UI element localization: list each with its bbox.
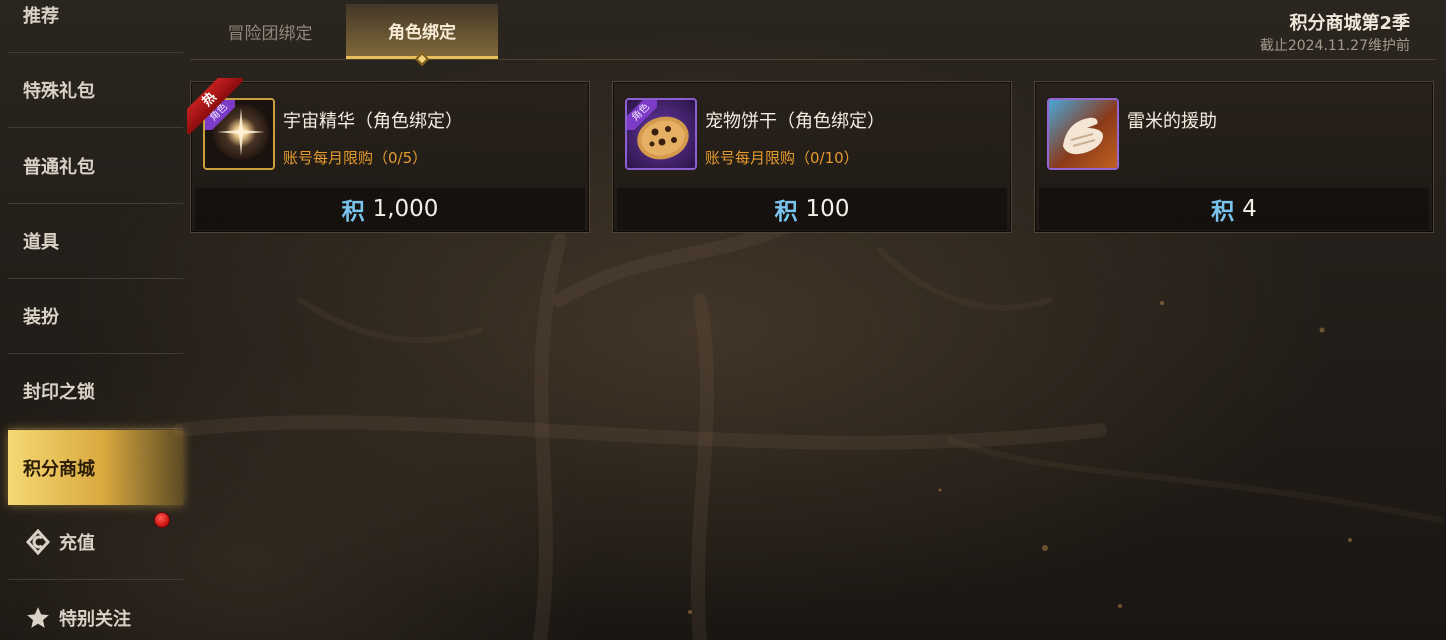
category-sidebar: 推荐 特殊礼包 普通礼包 道具 装扮 封印之锁 积分商城 充值 特别关注 <box>8 0 183 640</box>
price-button[interactable]: 积 1,000 <box>195 188 585 230</box>
active-tab-indicator <box>414 51 430 67</box>
card-divider <box>1039 186 1429 187</box>
points-symbol: 积 <box>1211 199 1235 225</box>
sidebar-item-label: 道具 <box>23 232 59 253</box>
tab-adventure-bound[interactable]: 冒险团绑定 <box>210 4 330 59</box>
sidebar-item-avatar[interactable]: 装扮 <box>8 279 183 354</box>
season-deadline: 截止2024.11.27维护前 <box>1259 38 1410 54</box>
hot-badge: 热 <box>187 78 243 134</box>
role-tag: 角色 <box>627 100 657 130</box>
price-button[interactable]: 积 4 <box>1039 188 1429 230</box>
tab-label: 角色绑定 <box>388 22 456 43</box>
sidebar-item-items[interactable]: 道具 <box>8 204 183 279</box>
product-card[interactable]: 雷米的援助 积 4 <box>1034 81 1434 233</box>
star-icon <box>25 605 51 631</box>
purchase-limit: 账号每月限购（0/5） <box>283 149 428 167</box>
sidebar-item-normal-package[interactable]: 普通礼包 <box>8 129 183 204</box>
sidebar-item-special-package[interactable]: 特殊礼包 <box>8 53 183 128</box>
tab-label: 冒险团绑定 <box>227 24 313 44</box>
remy-support-icon <box>1047 98 1119 170</box>
pet-cookie-icon: 角色 <box>625 98 697 170</box>
sidebar-item-label: 充值 <box>59 533 95 554</box>
price-value: 1,000 <box>372 196 439 222</box>
sidebar-item-seal-lock[interactable]: 封印之锁 <box>8 354 183 429</box>
sidebar-item-label: 积分商城 <box>23 458 95 480</box>
points-symbol: 积 <box>341 199 365 225</box>
sidebar-item-label: 封印之锁 <box>23 382 95 403</box>
sidebar-item-label: 特殊礼包 <box>23 81 95 102</box>
tabs-divider <box>190 59 1436 60</box>
season-title: 积分商城第2季 <box>1289 13 1410 34</box>
sidebar-item-label: 普通礼包 <box>23 157 95 178</box>
notification-dot <box>154 512 170 528</box>
sidebar-item-label: 特别关注 <box>59 608 131 630</box>
sidebar-item-label: 装扮 <box>23 307 59 328</box>
product-name: 宇宙精华（角色绑定） <box>283 111 463 132</box>
price-value: 100 <box>805 196 850 222</box>
tab-character-bound[interactable]: 角色绑定 <box>346 4 498 67</box>
price-button[interactable]: 积 100 <box>617 188 1007 230</box>
sidebar-item-favorites[interactable]: 特别关注 <box>8 580 183 640</box>
product-card[interactable]: 角色 宠物饼干（角色绑定） 账号每月限购（0/10） 积 100 <box>612 81 1012 233</box>
product-name: 宠物饼干（角色绑定） <box>705 111 885 132</box>
price-value: 4 <box>1242 196 1257 222</box>
season-info: 积分商城第2季 截止2024.11.27维护前 <box>1260 12 1410 56</box>
product-card[interactable]: 热 角色 宇宙精华（角色绑定） 账号每月限购（0/5） 积 1,000 <box>187 78 590 233</box>
cera-coin-icon <box>25 529 51 555</box>
product-name: 雷米的援助 <box>1127 111 1217 132</box>
points-symbol: 积 <box>774 199 798 225</box>
purchase-limit: 账号每月限购（0/10） <box>705 149 859 167</box>
card-divider <box>617 186 1007 187</box>
sidebar-item-points-mall[interactable]: 积分商城 <box>8 430 183 505</box>
sidebar-item-label: 推荐 <box>23 6 59 27</box>
sidebar-item-recommend[interactable]: 推荐 <box>8 0 183 53</box>
card-divider <box>195 186 585 187</box>
